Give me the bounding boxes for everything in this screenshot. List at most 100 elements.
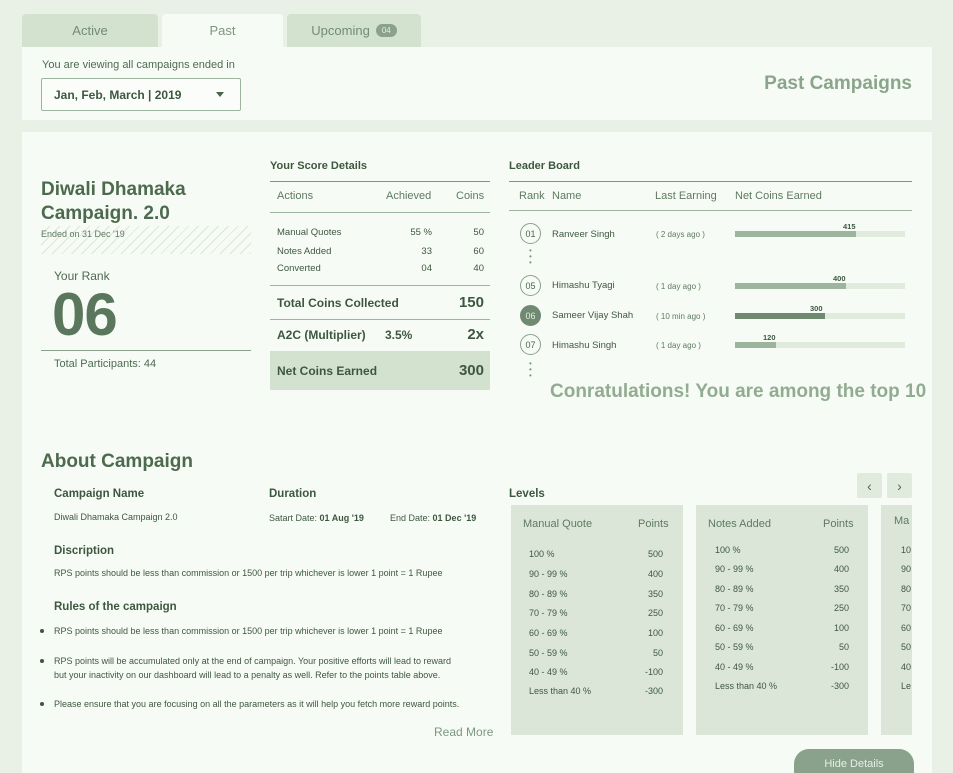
leaderboard-last-earning: ( 10 min ago ) [656, 312, 706, 321]
multiplier-value: 2x [467, 326, 484, 343]
ended-date: Ended on 31 Dec '19 [41, 229, 125, 239]
bullet-icon [40, 629, 44, 633]
tab-upcoming-label: Upcoming [311, 23, 370, 38]
coins-bar [735, 231, 856, 237]
total-coins-label: Total Coins Collected [277, 296, 399, 310]
level-card-clipped: Ma 10 90 80 70 60 50 40 Le [881, 505, 912, 735]
level-points: -300 [644, 686, 663, 696]
col-achieved: Achieved [386, 190, 432, 202]
score-row-achieved: 55 % [410, 227, 432, 238]
level-points: 500 [833, 545, 849, 555]
read-more-link[interactable]: Read More [434, 725, 493, 739]
divider [270, 181, 490, 182]
coins-bar-track [735, 283, 905, 289]
campaign-title-line2: Campaign. 2.0 [41, 203, 170, 224]
start-date: Satart Date: 01 Aug '19 [269, 511, 364, 525]
description-label: Discription [54, 545, 115, 557]
level-range: 80 - 89 % [715, 584, 754, 594]
level-points: 250 [647, 608, 663, 618]
period-select[interactable]: Jan, Feb, March | 2019 [41, 78, 241, 111]
level-points: 350 [833, 584, 849, 594]
total-coins-value: 150 [458, 294, 484, 311]
leaderboard-last-earning: ( 1 day ago ) [656, 282, 701, 291]
level-range: 50 [901, 642, 912, 652]
level-card-head: Manual Quote [523, 518, 593, 530]
level-range: 100 % [715, 545, 741, 555]
level-range: 70 [901, 603, 912, 613]
score-row-achieved: 33 [421, 246, 432, 257]
level-range: Less than 40 % [715, 681, 778, 691]
start-date-value: 01 Aug '19 [319, 513, 364, 523]
hide-details-label: Hide Details [824, 758, 884, 770]
end-date: End Date: 01 Dec '19 [390, 511, 476, 525]
level-points: 50 [838, 642, 849, 652]
campaign-name-value: Diwali Dhamaka Campaign 2.0 [54, 512, 178, 522]
level-card-points-head: Points [638, 518, 669, 530]
prev-button[interactable]: ‹ [857, 473, 882, 498]
level-range: 80 [901, 584, 912, 594]
col-net-coins: Net Coins Earned [735, 190, 822, 202]
level-range: 10 [901, 545, 912, 555]
level-card-manual-quote: Manual Quote Points 100 % 500 90 - 99 % … [511, 505, 683, 735]
level-card-head: Notes Added [708, 518, 771, 530]
bullet-icon [40, 702, 44, 706]
tab-past[interactable]: Past [162, 14, 283, 47]
level-card-points-head: Points [823, 518, 854, 530]
coins-bar [735, 283, 846, 289]
coins-bar-track [735, 342, 905, 348]
level-range: 90 [901, 564, 912, 574]
about-title: About Campaign [41, 451, 193, 472]
tab-active[interactable]: Active [22, 14, 158, 47]
rules-label: Rules of the campaign [54, 601, 177, 613]
leaderboard-rank: 01 [520, 223, 541, 244]
leaderboard-name: Ranveer Singh [552, 229, 615, 240]
leaderboard-name: Sameer Vijay Shah [552, 310, 634, 321]
level-card-head: Ma [894, 515, 910, 527]
level-range: 60 - 69 % [529, 628, 568, 638]
level-range: Le [901, 681, 912, 691]
level-points: 250 [833, 603, 849, 613]
rule-item: Please ensure that you are focusing on a… [54, 699, 460, 709]
leaderboard-coins: 300 [810, 304, 823, 313]
chevron-left-icon: ‹ [867, 477, 872, 494]
leaderboard-name: Himashu Tyagi [552, 280, 615, 291]
col-actions: Actions [277, 190, 314, 202]
divider [270, 319, 490, 320]
hide-details-button[interactable]: Hide Details [794, 749, 914, 773]
levels-title: Levels [509, 488, 545, 500]
score-row-achieved: 04 [421, 263, 432, 274]
coins-bar [735, 342, 776, 348]
leaderboard-last-earning: ( 1 day ago ) [656, 341, 701, 350]
divider [270, 285, 490, 286]
level-points: -300 [830, 681, 849, 691]
leaderboard-coins: 415 [843, 222, 856, 231]
col-name: Name [552, 190, 582, 202]
campaign-name-label: Campaign Name [54, 488, 145, 500]
filter-label: You are viewing all campaigns ended in [42, 59, 235, 71]
chevron-right-icon: › [897, 477, 902, 494]
score-row-action: Manual Quotes [277, 227, 342, 238]
level-range: 50 - 59 % [715, 642, 754, 652]
level-range: 90 - 99 % [529, 569, 568, 579]
score-details-title: Your Score Details [270, 160, 367, 172]
net-coins-value: 300 [458, 362, 484, 379]
next-button[interactable]: › [887, 473, 912, 498]
level-points: 50 [652, 648, 663, 658]
level-card-notes-added: Notes Added Points 100 % 500 90 - 99 % 4… [696, 505, 868, 735]
level-range: 50 - 59 % [529, 648, 568, 658]
level-points: -100 [644, 667, 663, 677]
level-range: 70 - 79 % [715, 603, 754, 613]
leaderboard-rank: 07 [520, 334, 541, 355]
filter-panel: You are viewing all campaigns ended in J… [22, 47, 932, 120]
rank-value: 06 [52, 281, 118, 348]
level-range: 70 - 79 % [529, 608, 568, 618]
bullet-icon [40, 659, 44, 663]
leaderboard-rank: 06 [520, 305, 541, 326]
level-points: 350 [647, 589, 663, 599]
tab-upcoming[interactable]: Upcoming 04 [287, 14, 421, 47]
score-row-coins: 40 [473, 263, 484, 274]
end-date-label: End Date: [390, 513, 431, 523]
level-range: 100 % [529, 549, 555, 559]
page-title: Past Campaigns [764, 73, 912, 94]
level-range: 40 - 49 % [529, 667, 568, 677]
